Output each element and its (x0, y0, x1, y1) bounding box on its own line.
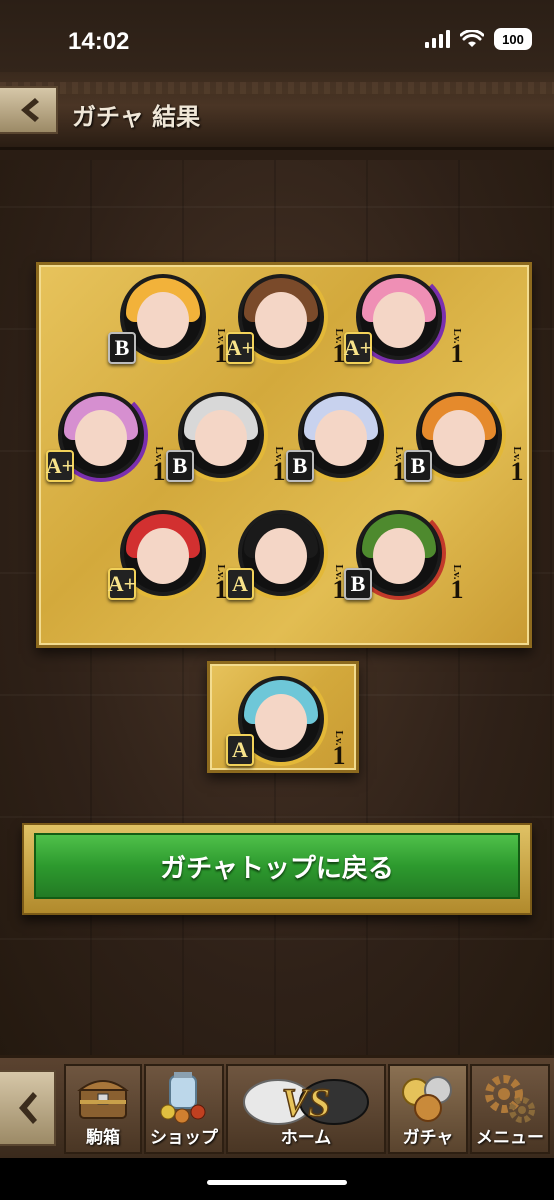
character-tile[interactable]: B Lv. 1 (404, 384, 524, 496)
portrait-face (315, 410, 367, 466)
character-tile[interactable]: B Lv. 1 (108, 266, 228, 378)
rank-badge: A (226, 734, 254, 766)
level-indicator: Lv. 1 (332, 730, 346, 770)
chest-icon (77, 1080, 129, 1119)
wifi-icon (460, 30, 484, 47)
shop-icon (160, 1072, 206, 1124)
nav-item-menu[interactable]: メニュー (470, 1064, 550, 1154)
portrait-face (255, 292, 307, 348)
nav-item-gacha[interactable]: ガチャ (388, 1064, 468, 1154)
rank-badge: A (226, 568, 254, 600)
nav-label: メニュー (476, 1128, 544, 1148)
portrait-face (255, 528, 307, 584)
nav-item-shop[interactable]: ショップ (144, 1064, 224, 1154)
nav-item-home[interactable]: VS ホーム (226, 1064, 386, 1154)
character-tile[interactable]: A+ Lv. 1 (344, 266, 464, 378)
bonus-character-tile[interactable]: A Lv. 1 (226, 668, 346, 780)
nav-label: ホーム (280, 1128, 332, 1148)
rank-badge: B (286, 450, 314, 482)
rank-badge: A+ (108, 568, 136, 600)
gears-icon (485, 1075, 535, 1123)
header-trim (0, 82, 554, 94)
rank-badge: B (108, 332, 136, 364)
battery-indicator: 100 (494, 28, 532, 50)
status-time: 14:02 (68, 28, 130, 55)
portrait-face (373, 528, 425, 584)
status-bar: 14:02 100 (0, 0, 554, 72)
rank-badge: B (344, 568, 372, 600)
portrait-face (75, 410, 127, 466)
back-button[interactable] (0, 86, 58, 134)
portrait-face (433, 410, 485, 466)
level-indicator: Lv. 1 (450, 564, 464, 604)
nav-item-komabako[interactable]: 駒箱 (64, 1064, 142, 1154)
level-indicator: Lv. 1 (450, 328, 464, 368)
status-icons: 100 (425, 28, 532, 50)
portrait-face (255, 694, 307, 750)
character-tile[interactable]: A+ Lv. 1 (226, 266, 346, 378)
character-tile[interactable]: B Lv. 1 (286, 384, 406, 496)
portrait-face (137, 528, 189, 584)
portrait-face (373, 292, 425, 348)
chevron-left-icon (19, 1092, 37, 1124)
character-tile[interactable]: B Lv. 1 (344, 502, 464, 614)
rank-badge: B (166, 450, 194, 482)
vs-icon: VS (243, 1079, 369, 1126)
vs-logo-text: VS (282, 1080, 331, 1125)
nav-back-button[interactable] (0, 1070, 56, 1146)
rank-badge: A+ (344, 332, 372, 364)
page-title: ガチャ 結果 (72, 103, 201, 131)
rank-badge: A+ (46, 450, 74, 482)
level-indicator: Lv. 1 (510, 446, 524, 486)
character-tile[interactable]: B Lv. 1 (166, 384, 286, 496)
character-tile[interactable]: A Lv. 1 (226, 502, 346, 614)
portrait-face (195, 410, 247, 466)
chevron-left-icon (21, 98, 39, 122)
nav-label: ガチャ (402, 1128, 454, 1148)
system-home-bar (0, 1158, 554, 1200)
portrait-face (137, 292, 189, 348)
character-tile[interactable]: A+ Lv. 1 (46, 384, 166, 496)
back-to-gacha-top-button[interactable]: ガチャトップに戻る (34, 833, 520, 899)
home-indicator[interactable] (207, 1180, 347, 1185)
coins-icon (402, 1076, 452, 1122)
character-tile[interactable]: A+ Lv. 1 (108, 502, 228, 614)
rank-badge: A+ (226, 332, 254, 364)
nav-label: ショップ (150, 1128, 218, 1148)
rank-badge: B (404, 450, 432, 482)
back-to-gacha-top-frame: ガチャトップに戻る (22, 823, 532, 915)
nav-label: 駒箱 (86, 1128, 120, 1148)
signal-icon (425, 30, 450, 48)
